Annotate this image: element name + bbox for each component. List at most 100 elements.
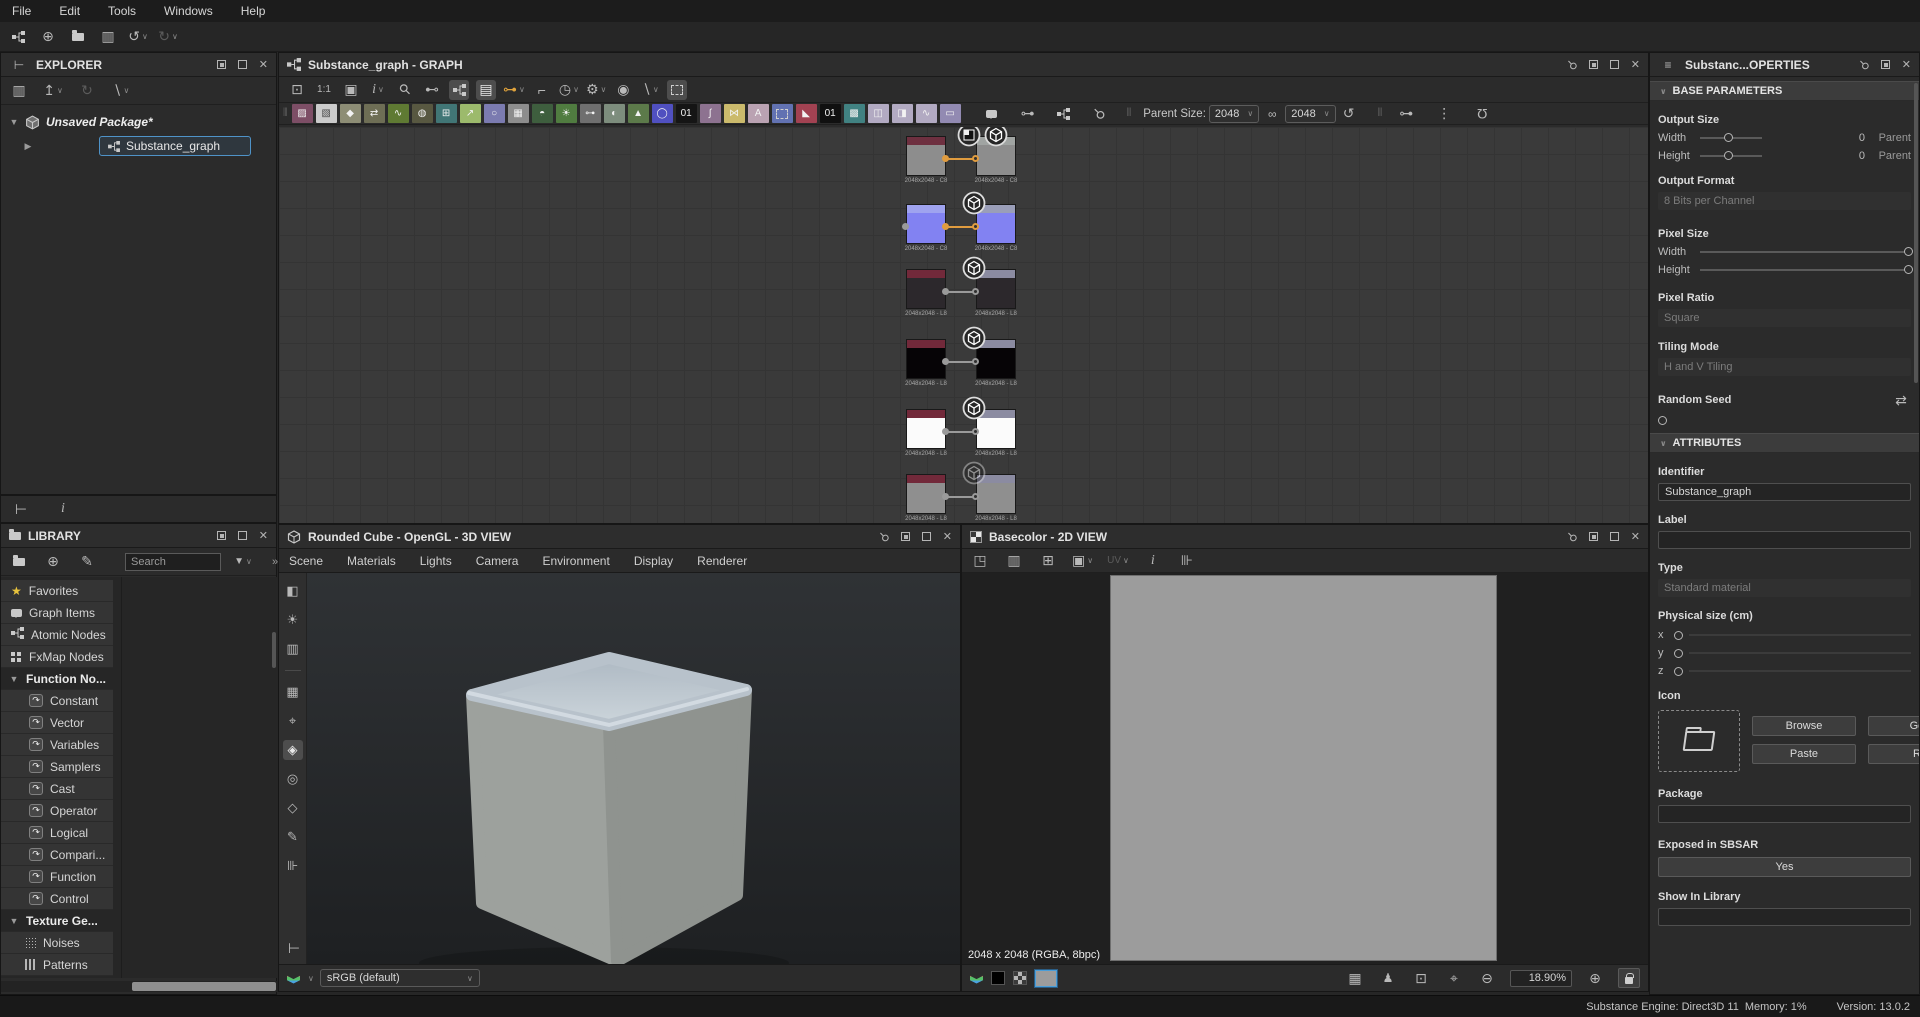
v3d-menu-camera[interactable]: Camera (476, 554, 519, 568)
library-section[interactable]: ▼Function No... (1, 668, 113, 690)
view3d-viewport[interactable]: ◧☀▥▦⌖◈◎◇✎⊪ ⊢ (279, 573, 960, 964)
palette-node-13[interactable]: ◐ (604, 104, 625, 123)
library-item[interactable]: ↷Control (1, 888, 113, 910)
palette-node-20[interactable] (772, 104, 793, 123)
camera-view-icon[interactable]: ◧ (283, 581, 303, 601)
tree-row-graph[interactable]: ▶ Substance_graph (9, 135, 276, 157)
timer-icon[interactable]: ◷∨ (559, 80, 579, 100)
physical-z-knob[interactable] (1674, 667, 1683, 676)
stack-view-icon[interactable]: ▤ (476, 80, 496, 100)
identifier-input[interactable]: Substance_graph (1658, 483, 1911, 501)
palette-node-21[interactable]: ◣ (796, 104, 817, 123)
library-scrollbar[interactable] (272, 632, 276, 668)
palette-node-25[interactable]: ◨ (892, 104, 913, 123)
comment-icon[interactable] (982, 104, 1002, 124)
background-black-swatch[interactable] (991, 971, 1005, 985)
float-panel-icon[interactable] (217, 60, 226, 69)
grid-icon[interactable]: ▦ (1345, 968, 1365, 988)
parent-size-width-select[interactable]: 2048∨ (1209, 105, 1259, 123)
palette-node-15[interactable]: ◯ (652, 104, 673, 123)
float-panel-icon[interactable] (217, 531, 226, 540)
histogram-icon[interactable]: ⊪ (1177, 551, 1197, 571)
channels-icon[interactable] (970, 973, 983, 984)
palette-node-16[interactable]: 01 (676, 104, 697, 123)
palette-node-7[interactable]: ↗ (460, 104, 481, 123)
save-icon[interactable]: ▥ (9, 81, 29, 101)
parent-size-height-select[interactable]: 2048∨ (1285, 105, 1335, 123)
output-connector[interactable] (942, 288, 949, 295)
library-item[interactable]: Patterns (1, 954, 113, 976)
output-connector[interactable] (942, 223, 949, 230)
palette-node-3[interactable]: ⇄ (364, 104, 385, 123)
background-checker-swatch[interactable] (1013, 971, 1027, 985)
menu-tools[interactable]: Tools (108, 4, 136, 18)
float-panel-icon[interactable] (901, 532, 910, 541)
palette-node-5[interactable]: ◍ (412, 104, 433, 123)
maximize-panel-icon[interactable] (922, 532, 931, 541)
graph-node-input[interactable] (906, 136, 946, 176)
maximize-panel-icon[interactable] (1610, 60, 1619, 69)
v3d-menu-scene[interactable]: Scene (289, 554, 323, 568)
graph-node-input[interactable] (906, 474, 946, 514)
pixel-height-slider[interactable] (1700, 269, 1911, 271)
v3d-menu-display[interactable]: Display (634, 554, 673, 568)
show-in-library-input[interactable] (1658, 908, 1911, 926)
save-all-icon[interactable]: ▥ (98, 27, 118, 47)
palette-node-11[interactable]: ☀ (556, 104, 577, 123)
library-item[interactable]: ↷Logical (1, 822, 113, 844)
menu-help[interactable]: Help (241, 4, 266, 18)
output-connector[interactable] (942, 155, 949, 162)
input-connector[interactable] (972, 358, 979, 365)
pan-icon[interactable]: ⌖ (1444, 968, 1464, 988)
library-item[interactable]: Noises (1, 932, 113, 954)
palette-node-26[interactable]: ∿ (916, 104, 937, 123)
physical-x-knob[interactable] (1674, 631, 1683, 640)
height-value[interactable]: 0 (1859, 150, 1865, 162)
scene-tree-icon[interactable]: ⊢ (284, 938, 304, 958)
elbow-link-icon[interactable]: ⌐ (532, 80, 552, 100)
float-panel-icon[interactable] (1881, 60, 1890, 69)
image-options-icon[interactable]: ▣∨ (1072, 551, 1093, 571)
info-icon[interactable]: i∨ (368, 80, 388, 100)
snap-grid-icon[interactable] (667, 80, 687, 100)
graph-node-input[interactable] (906, 409, 946, 449)
undo-icon[interactable]: ↺∨ (128, 27, 148, 47)
hierarchy-icon[interactable]: ⊢ (11, 499, 31, 519)
palette-node-0[interactable]: ▨ (292, 104, 313, 123)
geometry-cube-icon[interactable]: ◈ (283, 740, 303, 760)
palette-node-19[interactable]: A (748, 104, 769, 123)
icon-dropzone[interactable] (1658, 710, 1740, 772)
graph-node-input[interactable] (906, 204, 946, 244)
input-connector[interactable] (972, 155, 979, 162)
input-connector[interactable] (972, 428, 979, 435)
maximize-panel-icon[interactable] (238, 60, 247, 69)
palette-node-24[interactable]: ◫ (868, 104, 889, 123)
transform-icon[interactable]: ⌖ (283, 711, 303, 731)
palette-node-17[interactable]: ∫ (700, 104, 721, 123)
section-base-parameters[interactable]: ∨BASE PARAMETERS (1650, 81, 1919, 101)
search-icon[interactable]: ⚲ (395, 80, 415, 100)
export-pose-icon[interactable]: ♟ (1378, 968, 1398, 988)
export-icon[interactable]: ↥∨ (43, 81, 63, 101)
output-3d-badge-icon[interactable] (962, 461, 986, 485)
new-substance-icon[interactable] (8, 27, 28, 47)
v3d-menu-materials[interactable]: Materials (347, 554, 396, 568)
output-3d-badge-icon[interactable] (962, 191, 986, 215)
redo-icon[interactable]: ↻∨ (158, 27, 178, 47)
zoom-in-icon[interactable]: ⊕ (1585, 968, 1605, 988)
colorspace-icon[interactable] (287, 973, 300, 984)
v3d-menu-environment[interactable]: Environment (542, 554, 609, 568)
output-connector[interactable] (942, 493, 949, 500)
palette-node-9[interactable]: ▦ (508, 104, 529, 123)
new-folder-icon[interactable] (9, 552, 29, 572)
pin-panel-icon[interactable]: ⚲ (1856, 56, 1872, 72)
export-region-icon[interactable]: ◳ (970, 551, 990, 571)
palette-node-23[interactable]: ▩ (844, 104, 865, 123)
toolbar-grip[interactable]: ⫴ (1127, 107, 1133, 120)
library-item[interactable]: ↷Variables (1, 734, 113, 756)
zoom-out-icon[interactable]: ⊖ (1477, 968, 1497, 988)
subgraph-icon[interactable] (1054, 104, 1074, 124)
close-panel-icon[interactable]: ✕ (1631, 530, 1640, 543)
physical-y-knob[interactable] (1674, 649, 1683, 658)
library-section[interactable]: ▼Texture Ge... (1, 910, 113, 932)
